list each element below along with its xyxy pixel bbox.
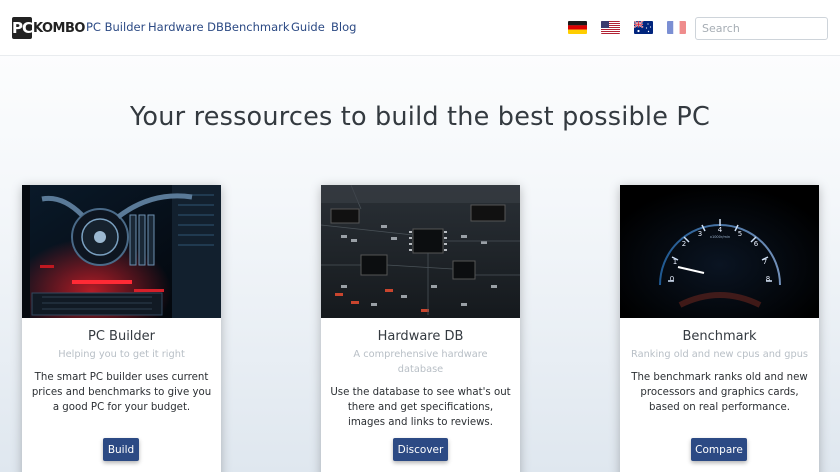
card-hardware-db: Hardware DB A comprehensive hardware dat… <box>321 185 520 472</box>
logo-text: KOMBO <box>33 20 85 36</box>
discover-button[interactable]: Discover <box>393 438 448 461</box>
nav-link-blog[interactable]: Blog <box>331 20 356 34</box>
circuit-board-image <box>321 185 520 318</box>
card-title: Benchmark <box>682 329 757 344</box>
nav-link-guide[interactable]: Guide <box>291 20 325 34</box>
card-title: Hardware DB <box>377 329 464 344</box>
card-benchmark: 0 1 2 3 4 5 6 7 8 x1000r/min Benchmark R… <box>620 185 819 472</box>
gauge-tick-label: 1 <box>673 258 677 266</box>
build-button[interactable]: Build <box>103 438 139 461</box>
nav-link-benchmark[interactable]: Benchmark <box>224 20 290 34</box>
gauge-tick-label: 3 <box>698 230 702 238</box>
speedometer-image: 0 1 2 3 4 5 6 7 8 x1000r/min <box>620 185 819 318</box>
gauge-tick-label: 2 <box>682 240 686 248</box>
gauge-tick-label: 5 <box>738 230 742 238</box>
logo-mark: PC <box>12 17 33 39</box>
gauge-tick-label: 7 <box>763 258 767 266</box>
logo[interactable]: PC KOMBO <box>12 15 85 41</box>
card-subtitle: A comprehensive hardware database <box>353 349 488 375</box>
card-subtitle: Ranking old and new cpus and gpus <box>630 349 809 360</box>
gauge-unit: x1000r/min <box>710 235 730 239</box>
card-text: The benchmark ranks old and new processo… <box>631 372 808 413</box>
nav-link-hardware-db[interactable]: Hardware DB <box>148 20 224 34</box>
card-text: The smart PC builder uses current prices… <box>31 372 212 413</box>
navbar: PC KOMBO PC Builder Hardware DB Benchmar… <box>0 0 840 56</box>
hero-title: Your ressources to build the best possib… <box>130 102 710 132</box>
search-input[interactable] <box>695 17 828 40</box>
france-flag-icon[interactable] <box>667 21 686 34</box>
gauge-tick-label: 4 <box>718 226 723 234</box>
germany-flag-icon[interactable] <box>568 21 587 34</box>
usa-flag-icon[interactable] <box>601 21 620 34</box>
compare-button[interactable]: Compare <box>691 438 747 461</box>
gauge-tick-label: 0 <box>670 275 674 283</box>
card-subtitle: Helping you to get it right <box>58 349 185 360</box>
nav-link-pc-builder[interactable]: PC Builder <box>86 20 145 34</box>
pc-case-image <box>22 185 221 318</box>
card-pc-builder: PC Builder Helping you to get it right T… <box>22 185 221 472</box>
gauge-tick-label: 8 <box>766 275 770 283</box>
card-title: PC Builder <box>87 329 156 344</box>
australia-flag-icon[interactable] <box>634 21 653 34</box>
card-text: Use the database to see what's out there… <box>330 387 511 428</box>
gauge-tick-label: 6 <box>754 240 759 248</box>
